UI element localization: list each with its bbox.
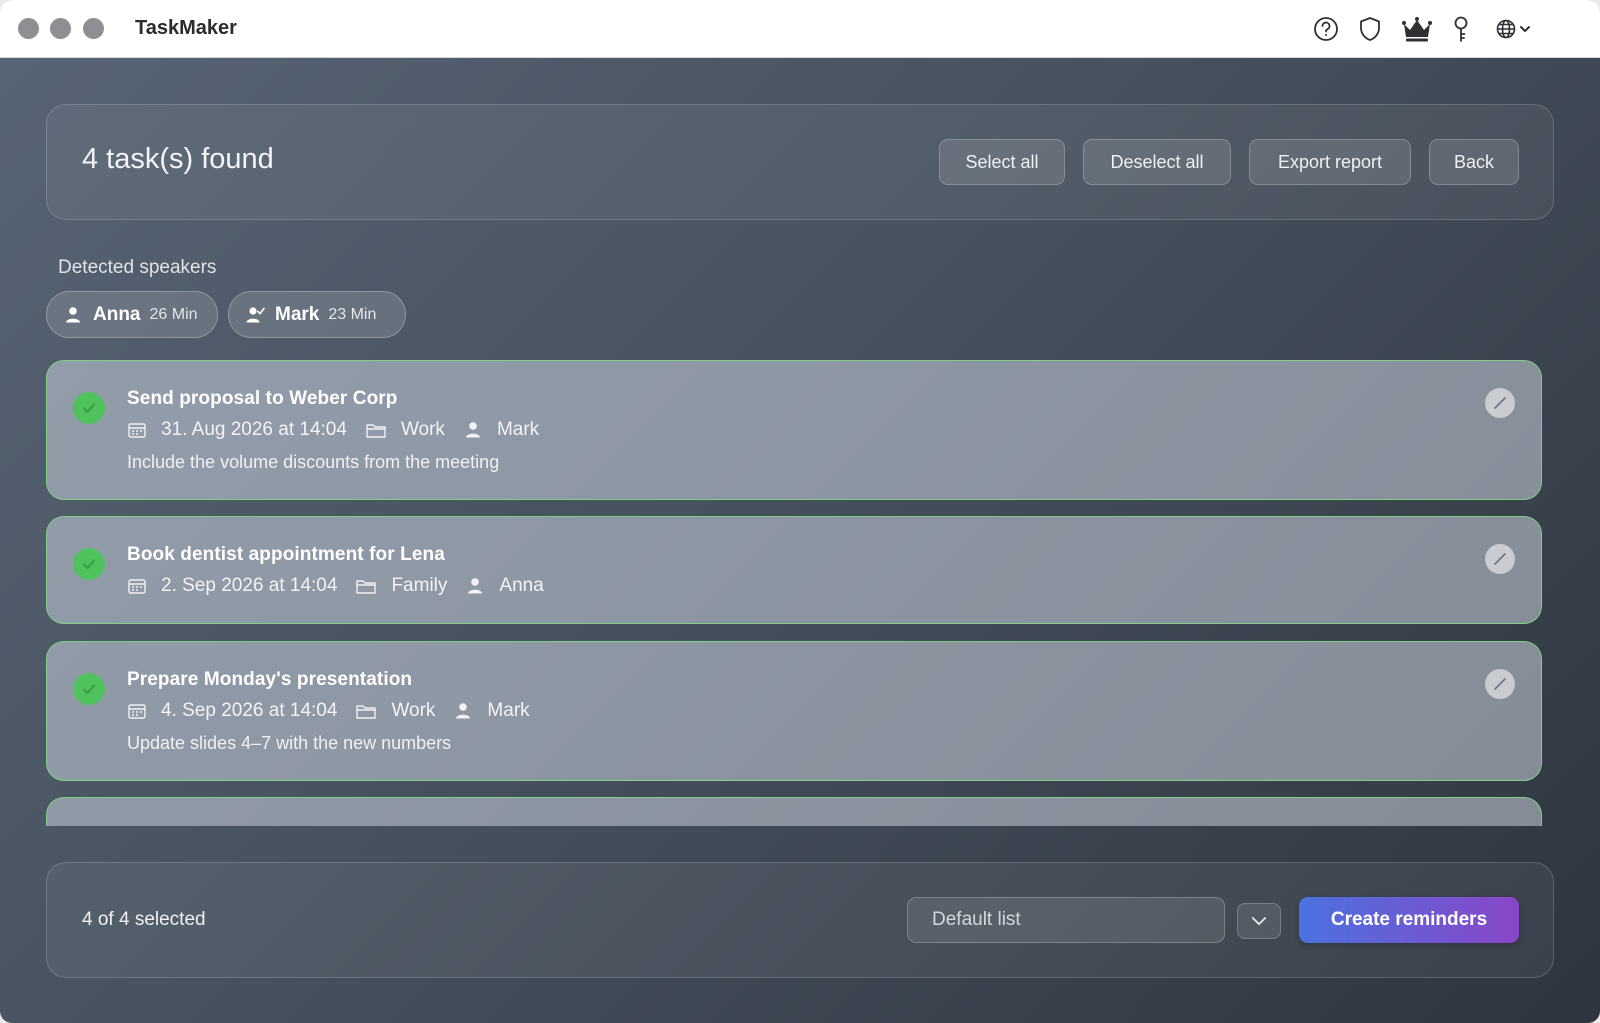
edit-task-button[interactable]: [1485, 388, 1515, 418]
task-date: 2. Sep 2026 at 14:04: [161, 575, 338, 596]
speaker-duration: 23 Min: [328, 305, 377, 323]
task-meta: 31. Aug 2026 at 14:04 Work Mark: [127, 419, 557, 441]
task-meta: 2. Sep 2026 at 14:04 Family Anna: [127, 575, 562, 597]
calendar-icon: [128, 579, 146, 594]
task-checkbox[interactable]: [73, 673, 105, 705]
folder-icon: [356, 705, 377, 719]
title-bar: TaskMaker: [0, 0, 1600, 58]
edit-task-button[interactable]: [1485, 544, 1515, 574]
person-icon: [66, 306, 80, 322]
pencil-icon: [1494, 678, 1506, 690]
speaker-name: Mark: [275, 303, 320, 325]
deselect-all-button[interactable]: Deselect all: [1083, 139, 1231, 185]
selected-count: 4 of 4 selected: [82, 909, 206, 930]
task-note: Include the volume discounts from the me…: [127, 452, 500, 472]
checkmark-icon: [82, 559, 96, 570]
pencil-icon: [1494, 397, 1506, 409]
task-person: Anna: [499, 575, 544, 596]
select-all-button[interactable]: Select all: [939, 139, 1065, 185]
speaker-duration: 26 Min: [149, 305, 198, 323]
task-note: Update slides 4–7 with the new numbers: [127, 733, 452, 753]
task-card[interactable]: [46, 797, 1542, 826]
task-date: 4. Sep 2026 at 14:04: [161, 700, 338, 721]
key-icon[interactable]: [1448, 14, 1474, 44]
folder-icon: [366, 424, 386, 438]
footer-bar: 4 of 4 selected Default list Create remi…: [46, 862, 1554, 978]
task-card[interactable]: Send proposal to Weber Corp 31. Aug 2026…: [46, 360, 1542, 500]
back-button[interactable]: Back: [1429, 139, 1519, 185]
task-card[interactable]: Prepare Monday's presentation 4. Sep 202…: [46, 641, 1542, 781]
task-list-name: Family: [391, 575, 448, 596]
help-icon[interactable]: [1311, 14, 1341, 44]
chevron-down-icon: [1251, 916, 1267, 925]
task-date: 31. Aug 2026 at 14:04: [161, 419, 347, 440]
person-check-icon: [246, 306, 265, 322]
detected-speakers-label: Detected speakers: [58, 257, 217, 278]
app-window: TaskMaker 4 task(s) found Select all Des…: [0, 0, 1600, 1023]
globe-icon[interactable]: [1494, 14, 1534, 44]
person-icon: [456, 703, 471, 719]
task-title: Book dentist appointment for Lena: [127, 544, 445, 565]
results-header: 4 task(s) found Select all Deselect all …: [46, 104, 1554, 220]
task-card[interactable]: Book dentist appointment for Lena 2. Sep…: [46, 516, 1542, 624]
list-dropdown-button[interactable]: [1237, 903, 1281, 939]
app-title: TaskMaker: [135, 17, 237, 39]
minimize-window-button[interactable]: [50, 18, 71, 39]
folder-icon: [356, 580, 377, 594]
task-checkbox[interactable]: [73, 392, 105, 424]
person-icon: [468, 578, 483, 594]
person-icon: [465, 422, 480, 438]
calendar-icon: [128, 704, 146, 719]
crown-icon[interactable]: [1400, 14, 1434, 44]
edit-task-button[interactable]: [1485, 669, 1515, 699]
task-meta: 4. Sep 2026 at 14:04 Work Mark: [127, 700, 548, 722]
zoom-window-button[interactable]: [83, 18, 104, 39]
task-checkbox[interactable]: [73, 548, 105, 580]
task-list-name: Work: [400, 419, 445, 440]
reminder-list-field[interactable]: Default list: [907, 897, 1225, 943]
export-report-button[interactable]: Export report: [1249, 139, 1411, 185]
tasks-found-title: 4 task(s) found: [82, 143, 274, 175]
speaker-chip-mark[interactable]: Mark 23 Min: [228, 291, 406, 338]
close-window-button[interactable]: [18, 18, 39, 39]
checkmark-icon: [82, 684, 96, 695]
checkmark-icon: [82, 403, 96, 414]
task-person: Mark: [487, 700, 530, 721]
speaker-name: Anna: [93, 303, 141, 325]
task-title: Send proposal to Weber Corp: [127, 388, 398, 409]
task-person: Mark: [496, 419, 540, 440]
task-list[interactable]: Send proposal to Weber Corp 31. Aug 2026…: [46, 360, 1542, 826]
task-title: Prepare Monday's presentation: [127, 669, 413, 690]
pencil-icon: [1494, 553, 1506, 565]
task-list-name: Work: [391, 700, 436, 721]
shield-icon[interactable]: [1355, 14, 1385, 44]
calendar-icon: [128, 423, 146, 438]
create-reminders-button[interactable]: Create reminders: [1299, 897, 1519, 943]
speaker-chip-anna[interactable]: Anna 26 Min: [46, 291, 218, 338]
